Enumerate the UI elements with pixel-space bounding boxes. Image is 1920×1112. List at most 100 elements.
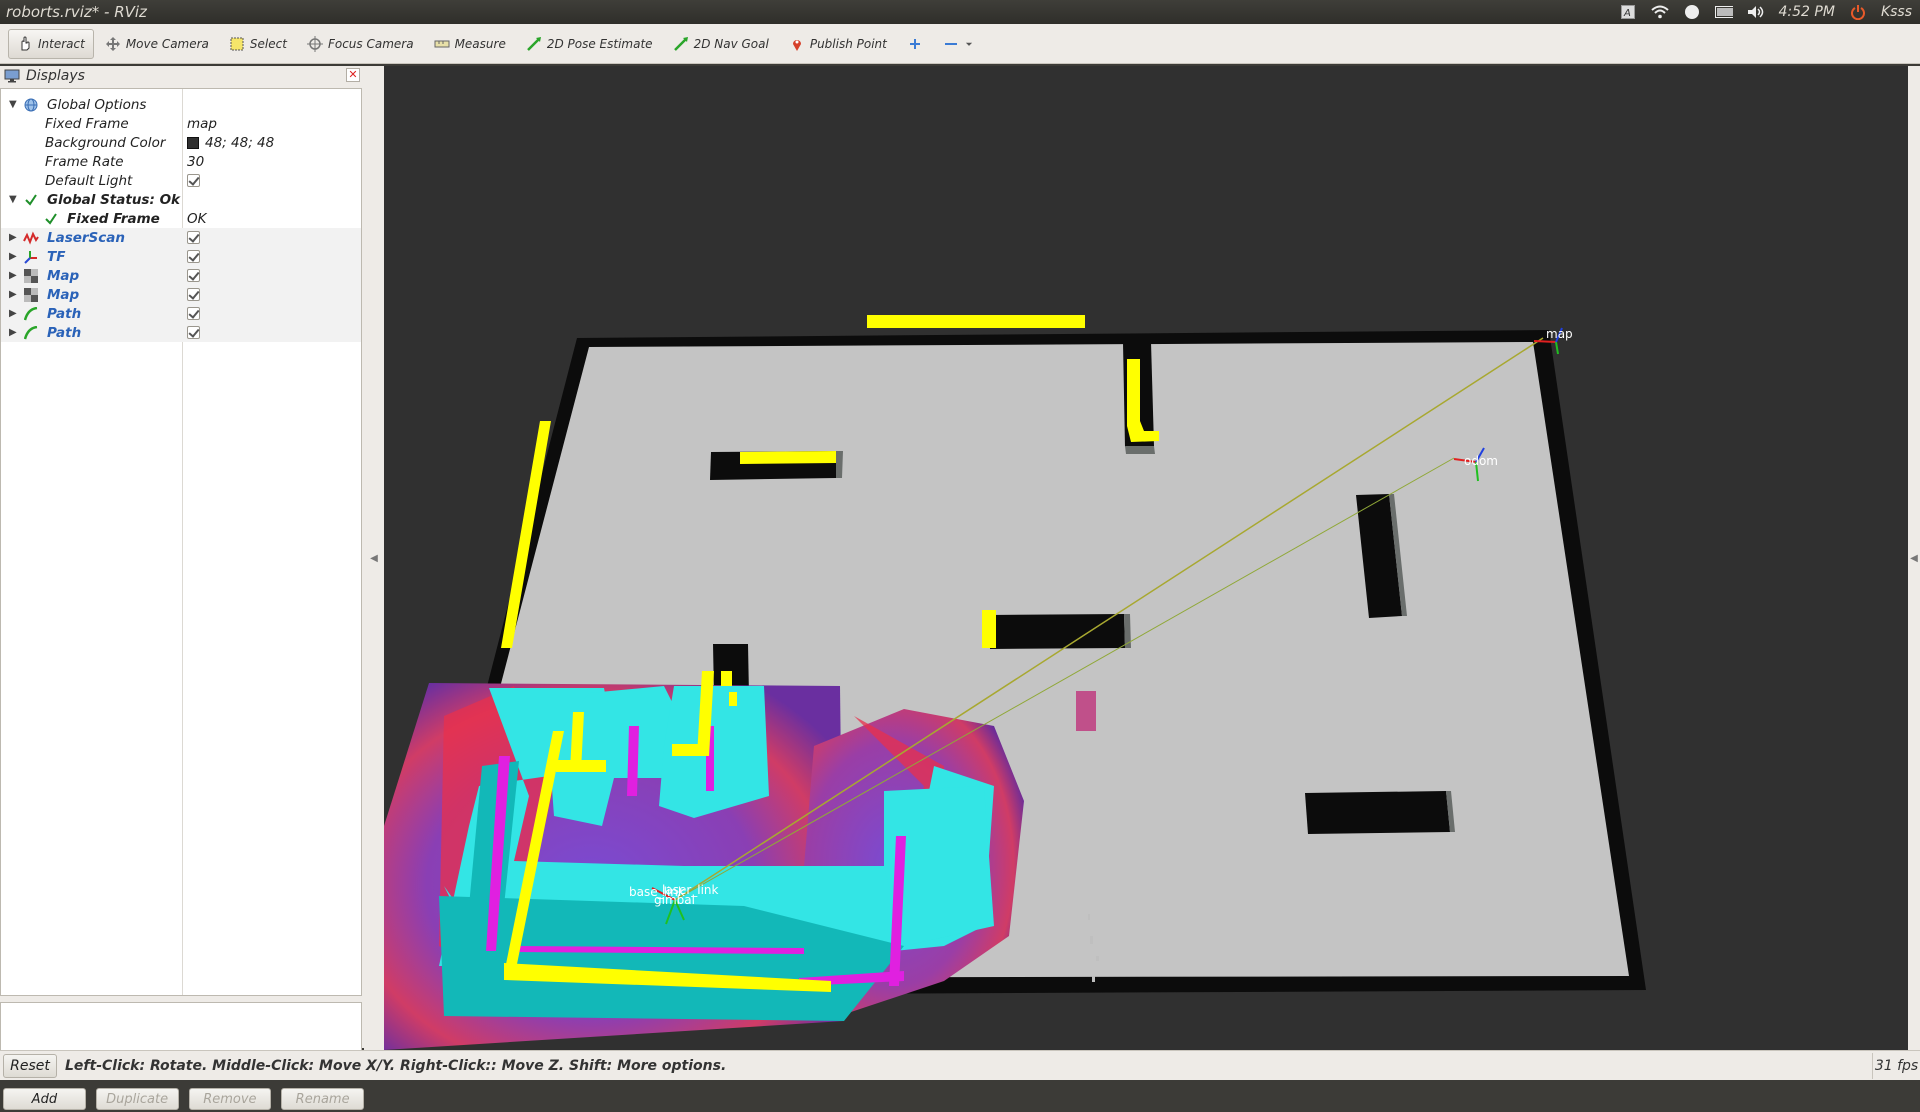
displays-tree: ▼ Global Options Fixed Frame map Backgro… [0,88,362,996]
tree-row-frame-rate[interactable]: Frame Rate 30 [1,152,361,171]
status-bar: Reset Left-Click: Rotate. Middle-Click: … [0,1050,1920,1080]
interact-tool[interactable]: Interact [8,28,94,59]
power-icon[interactable] [1849,4,1867,20]
path-icon [23,306,39,322]
background-color-label: Background Color [45,134,166,151]
measure-tool[interactable]: Measure [425,29,515,59]
add-tool-button[interactable] [898,29,932,59]
pose-estimate-tool[interactable]: 2D Pose Estimate [517,29,662,59]
user-name[interactable]: Ksss [1881,4,1912,20]
battery-icon[interactable] [1714,4,1733,20]
measure-icon [434,40,450,47]
right-panel-splitter[interactable]: ◀ [1908,66,1920,1050]
default-light-label: Default Light [45,172,133,189]
focus-camera-tool[interactable]: Focus Camera [298,29,423,59]
display-item-label: Map [47,286,80,303]
focus-camera-icon [306,35,323,52]
tf-icon [23,249,39,265]
display-item-laserscan[interactable]: ▶ LaserScan [1,228,361,247]
close-icon[interactable]: ✕ [346,68,360,82]
nav-goal-label: 2D Nav Goal [693,36,769,51]
display-item-label: Path [47,305,82,322]
display-item-path[interactable]: ▶ Path [1,323,361,342]
render-viewport[interactable]: map odom base_link laser_link gimbal [384,66,1908,1050]
measure-label: Measure [454,36,506,51]
tree-row-global-options[interactable]: ▼ Global Options [1,95,361,114]
tree-row-default-light[interactable]: Default Light [1,171,361,190]
enabled-checkbox[interactable] [187,231,200,244]
chevron-down-icon [965,42,972,46]
duplicate-button[interactable]: Duplicate [95,1088,179,1110]
mouse-hint: Left-Click: Rotate. Middle-Click: Move X… [65,1057,727,1074]
focus-camera-label: Focus Camera [327,36,414,51]
nav-goal-icon [673,36,688,51]
nav-goal-tool[interactable]: 2D Nav Goal [664,29,778,59]
tree-row-global-status[interactable]: ▼ Global Status: Ok [1,190,361,209]
reset-button[interactable]: Reset [3,1053,57,1078]
obstacle-cell [1076,691,1096,731]
select-label: Select [249,36,287,51]
monitor-icon [4,69,20,83]
clock[interactable]: 4:52 PM [1779,4,1835,20]
enabled-checkbox[interactable] [187,326,200,339]
enabled-checkbox[interactable] [187,307,200,320]
window-title: roborts.rviz* - RViz [6,3,147,21]
color-swatch [187,136,199,149]
frame-label-gimbal: gimbal [654,893,695,907]
frame-rate-label: Frame Rate [45,153,124,170]
volume-icon[interactable] [1747,4,1765,20]
interact-label: Interact [38,36,85,51]
messaging-icon[interactable] [1683,4,1701,20]
rename-button[interactable]: Rename [281,1088,364,1110]
enabled-checkbox[interactable] [187,250,200,263]
select-icon [230,37,244,50]
display-item-map[interactable]: ▶ Map [1,285,361,304]
expand-arrow-icon[interactable]: ▼ [9,194,21,205]
globe-icon [23,97,39,113]
select-tool[interactable]: Select [220,29,296,59]
status-fixed-frame-label: Fixed Frame [67,210,160,227]
tool-bar: Interact Move Camera Select Focus Camera… [0,24,1920,64]
wifi-icon[interactable] [1650,4,1669,20]
keyboard-icon[interactable]: A [1619,4,1637,20]
expand-arrow-icon[interactable]: ▶ [9,289,21,300]
panel-splitter[interactable]: ◀ [364,66,384,1050]
enabled-checkbox[interactable] [187,288,200,301]
title-bar: roborts.rviz* - RViz A 4:52 PM Ksss [0,0,1920,24]
display-item-label: TF [47,248,66,265]
tree-row-background-color[interactable]: Background Color 48; 48; 48 [1,133,361,152]
expand-arrow-icon[interactable]: ▶ [9,270,21,281]
map-icon [23,287,39,303]
svg-text:A: A [1623,8,1631,19]
plus-icon [909,38,920,49]
displays-title: Displays [26,68,85,84]
path-icon [23,325,39,341]
display-item-label: Path [47,324,82,341]
display-item-map[interactable]: ▶ Map [1,266,361,285]
map-icon [23,268,39,284]
expand-arrow-icon[interactable]: ▶ [9,251,21,262]
display-item-path[interactable]: ▶ Path [1,304,361,323]
enabled-checkbox[interactable] [187,269,200,282]
fixed-frame-value[interactable]: map [187,116,217,132]
tree-row-fixed-frame[interactable]: Fixed Frame map [1,114,361,133]
move-camera-tool[interactable]: Move Camera [96,29,218,59]
add-button[interactable]: Add [3,1088,86,1110]
publish-point-tool[interactable]: Publish Point [780,29,896,59]
remove-button[interactable]: Remove [188,1088,272,1110]
background-color-value[interactable]: 48; 48; 48 [187,135,274,151]
tree-row-status-fixed-frame[interactable]: Fixed Frame OK [1,209,361,228]
frame-label-odom: odom [1464,454,1498,468]
expand-arrow-icon[interactable]: ▼ [9,99,21,110]
default-light-checkbox[interactable] [187,174,200,187]
display-item-tf[interactable]: ▶ TF [1,247,361,266]
fixed-frame-label: Fixed Frame [45,115,129,132]
minus-icon [944,42,957,45]
expand-arrow-icon[interactable]: ▶ [9,308,21,319]
global-status-label: Global Status: Ok [47,191,181,208]
scene[interactable]: map odom base_link laser_link gimbal [384,66,1908,1050]
frame-rate-value[interactable]: 30 [187,154,204,170]
expand-arrow-icon[interactable]: ▶ [9,232,21,243]
expand-arrow-icon[interactable]: ▶ [9,327,21,338]
remove-tool-menu[interactable] [934,29,983,59]
